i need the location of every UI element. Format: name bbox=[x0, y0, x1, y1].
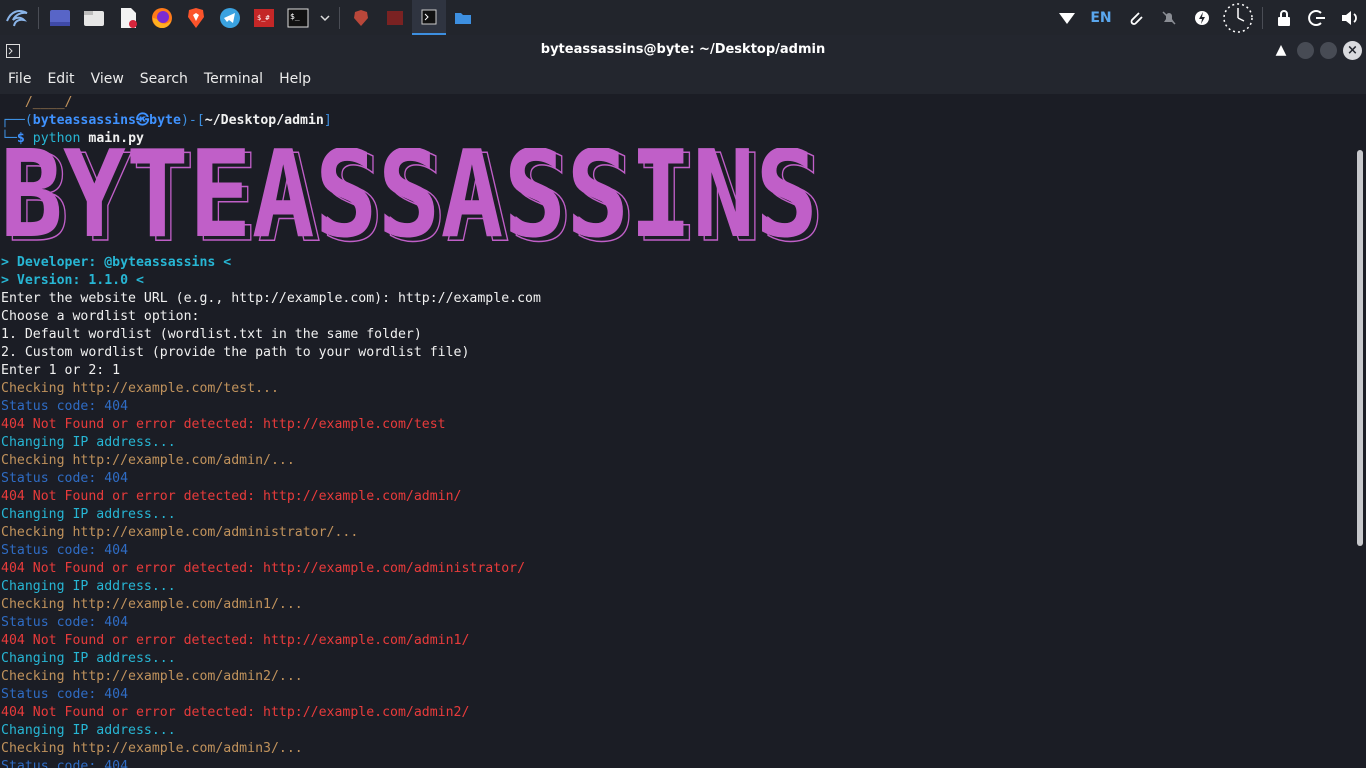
output-line: Changing IP address... bbox=[1, 723, 176, 738]
command-arg: main.py bbox=[88, 131, 144, 146]
output-line: Status code: 404 bbox=[1, 543, 129, 558]
firefox-icon[interactable] bbox=[145, 0, 179, 35]
output-line: Changing IP address... bbox=[1, 651, 176, 666]
language-indicator[interactable]: EN bbox=[1083, 10, 1119, 26]
output-line: Checking http://example.com/test... bbox=[1, 381, 279, 396]
prompt-at: ㉿ bbox=[135, 113, 150, 128]
chevron-down-icon[interactable] bbox=[315, 0, 335, 35]
output-line: Changing IP address... bbox=[1, 435, 176, 450]
output-line: Changing IP address... bbox=[1, 507, 176, 522]
menu-search[interactable]: Search bbox=[132, 65, 196, 94]
terminal-window-icon[interactable] bbox=[412, 0, 446, 35]
scrollbar-thumb[interactable] bbox=[1357, 150, 1363, 546]
taskbar-separator bbox=[1262, 6, 1263, 29]
output-line: Status code: 404 bbox=[1, 759, 129, 768]
window-controls: ▲ × bbox=[1271, 35, 1366, 65]
output-line: Enter the website URL (e.g., http://exam… bbox=[1, 291, 541, 306]
lock-icon[interactable] bbox=[1267, 0, 1300, 35]
svg-text:$_: $_ bbox=[290, 12, 300, 21]
output-line: Status code: 404 bbox=[1, 687, 129, 702]
svg-text:$_#: $_# bbox=[257, 14, 270, 22]
output-line: > Developer: @byteassassins < bbox=[1, 255, 232, 270]
output-line: 404 Not Found or error detected: http://… bbox=[1, 489, 462, 504]
taskbar-separator bbox=[38, 6, 39, 29]
keep-above-icon[interactable]: ▲ bbox=[1271, 42, 1291, 58]
volume-icon[interactable] bbox=[1333, 0, 1366, 35]
power-icon[interactable] bbox=[1185, 0, 1218, 35]
window-titlebar[interactable]: byteassassins@byte: ~/Desktop/admin ▲ × bbox=[0, 35, 1366, 65]
burp-app-icon[interactable]: $_# bbox=[247, 0, 281, 35]
text-editor-icon[interactable] bbox=[111, 0, 145, 35]
brave-window-icon[interactable] bbox=[344, 0, 378, 35]
telegram-icon[interactable] bbox=[213, 0, 247, 35]
command-line: └─$ python main.py bbox=[1, 131, 144, 146]
terminal-scrollbar[interactable] bbox=[1354, 94, 1366, 768]
output-line: > Version: 1.1.0 < bbox=[1, 273, 144, 288]
brave-icon[interactable] bbox=[179, 0, 213, 35]
output-line: Status code: 404 bbox=[1, 399, 129, 414]
show-desktop-icon[interactable] bbox=[43, 0, 77, 35]
ascii-banner-text: BYTEASSASSINS bbox=[0, 148, 818, 248]
output-line: Checking http://example.com/admin/... bbox=[1, 453, 295, 468]
menu-terminal[interactable]: Terminal bbox=[196, 65, 271, 94]
terminal-output[interactable]: /____/ ┌──(byteassassins㉿byte)-[~/Deskto… bbox=[0, 94, 1354, 768]
logout-icon[interactable] bbox=[1300, 0, 1333, 35]
output-line: Enter 1 or 2: 1 bbox=[1, 363, 121, 378]
output-line: Status code: 404 bbox=[1, 615, 129, 630]
output-line: 404 Not Found or error detected: http://… bbox=[1, 705, 470, 720]
close-icon: × bbox=[1347, 42, 1358, 58]
prompt-user: byteassassins bbox=[32, 113, 136, 128]
output-line: Checking http://example.com/administrato… bbox=[1, 525, 359, 540]
maximize-button[interactable] bbox=[1320, 41, 1337, 59]
taskbar: $_# $_ EN bbox=[0, 0, 1366, 36]
menu-file[interactable]: File bbox=[0, 65, 39, 94]
burp-window-icon[interactable] bbox=[378, 0, 412, 35]
close-button[interactable]: × bbox=[1343, 40, 1362, 60]
output-line: 404 Not Found or error detected: http://… bbox=[1, 561, 526, 576]
taskbar-separator bbox=[339, 6, 340, 29]
system-tray: EN bbox=[1050, 0, 1366, 35]
menu-bar: File Edit View Search Terminal Help bbox=[0, 65, 1366, 94]
menu-view[interactable]: View bbox=[83, 65, 132, 94]
output-line: 1. Default wordlist (wordlist.txt in the… bbox=[1, 327, 422, 342]
output-line: Checking http://example.com/admin2/... bbox=[1, 669, 303, 684]
network-icon[interactable] bbox=[1050, 0, 1083, 35]
output-line: Choose a wordlist option: bbox=[1, 309, 200, 324]
prompt-tail: /____/ bbox=[1, 95, 73, 110]
command-bin: python bbox=[32, 131, 81, 146]
ascii-banner: BYTEASSASSINS BYTEASSASSINS bbox=[0, 148, 825, 248]
terminal-launcher-icon[interactable]: $_ bbox=[281, 0, 315, 35]
menu-help[interactable]: Help bbox=[271, 65, 319, 94]
prompt-line: ┌──(byteassassins㉿byte)-[~/Desktop/admin… bbox=[1, 113, 332, 128]
notifications-muted-icon[interactable] bbox=[1152, 0, 1185, 35]
output-line: Changing IP address... bbox=[1, 579, 176, 594]
output-line: 404 Not Found or error detected: http://… bbox=[1, 417, 446, 432]
file-manager-icon[interactable] bbox=[77, 0, 111, 35]
output-line: Checking http://example.com/admin3/... bbox=[1, 741, 303, 756]
folder-window-icon[interactable] bbox=[446, 0, 480, 35]
prompt-path: ~/Desktop/admin bbox=[204, 113, 324, 128]
prompt-host: byte bbox=[149, 113, 181, 128]
output-line: Status code: 404 bbox=[1, 471, 129, 486]
minimize-button[interactable] bbox=[1297, 41, 1314, 59]
output-line: 2. Custom wordlist (provide the path to … bbox=[1, 345, 470, 360]
output-line: Checking http://example.com/admin1/... bbox=[1, 597, 303, 612]
clock-icon[interactable] bbox=[1218, 0, 1258, 35]
clip-icon[interactable] bbox=[1119, 0, 1152, 35]
output-line: 404 Not Found or error detected: http://… bbox=[1, 633, 470, 648]
window-title: byteassassins@byte: ~/Desktop/admin bbox=[540, 42, 826, 57]
menu-edit[interactable]: Edit bbox=[39, 65, 82, 94]
kali-menu-icon[interactable] bbox=[0, 0, 34, 35]
